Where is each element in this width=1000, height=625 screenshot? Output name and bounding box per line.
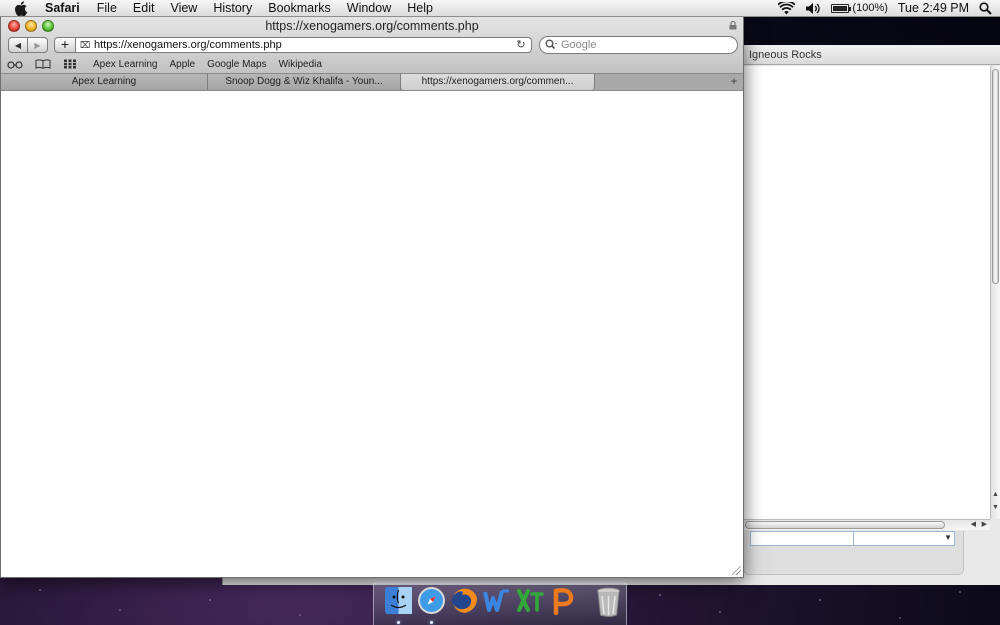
volume-icon[interactable]: [805, 2, 821, 15]
address-input[interactable]: https://xenogamers.org/comments.php: [94, 39, 515, 51]
menu-view[interactable]: View: [162, 0, 205, 17]
scroll-down-arrow-icon[interactable]: ▼: [992, 504, 999, 511]
back-arrow-icon: ◀: [14, 40, 22, 50]
background-window-content: [743, 66, 990, 519]
spotlight-search-icon[interactable]: [979, 1, 992, 15]
address-bar[interactable]: ⌧ https://xenogamers.org/comments.php ↻: [76, 37, 532, 53]
tab-bar: Apex Learning Snoop Dogg & Wiz Khalifa -…: [1, 73, 743, 90]
word-icon: [483, 589, 509, 612]
bookmark-google-maps[interactable]: Google Maps: [207, 59, 266, 70]
dock-safari[interactable]: [417, 586, 446, 624]
battery-status[interactable]: (100%): [831, 2, 888, 14]
tab-snoop-dogg-video[interactable]: Snoop Dogg & Wiz Khalifa - Youn...: [208, 74, 401, 90]
new-tab-button[interactable]: +: [725, 74, 743, 90]
back-button[interactable]: ◀: [8, 37, 28, 53]
safari-window: https://xenogamers.org/comments.php ◀ ▶ …: [0, 17, 744, 578]
bookmarks-bar: Apex Learning Apple Google Maps Wikipedi…: [7, 57, 322, 71]
scroll-left-arrow-icon[interactable]: ◀: [971, 520, 976, 528]
window-title: https://xenogamers.org/comments.php: [265, 19, 479, 33]
horizontal-scrollbar[interactable]: ◀ ▶: [743, 519, 990, 530]
add-bookmark-button[interactable]: +: [54, 37, 76, 53]
apple-menu-icon[interactable]: [14, 0, 28, 16]
bookmarks-book-icon[interactable]: [35, 59, 51, 69]
bookmark-wikipedia[interactable]: Wikipedia: [279, 59, 322, 70]
forward-button[interactable]: ▶: [28, 37, 48, 53]
lock-icon: [729, 21, 737, 30]
search-icon[interactable]: [545, 39, 559, 51]
bookmark-apple[interactable]: Apple: [170, 59, 196, 70]
page-favicon-icon: ⌧: [79, 40, 91, 50]
chevron-down-icon: ▼: [944, 533, 952, 542]
finder-icon: [385, 587, 412, 614]
reading-list-icon[interactable]: [7, 59, 23, 69]
dock-powerpoint[interactable]: [549, 586, 578, 618]
menu-file[interactable]: File: [89, 0, 125, 17]
horizontal-scroll-thumb[interactable]: [745, 521, 945, 529]
reload-icon[interactable]: ↻: [515, 39, 527, 51]
scroll-up-arrow-icon[interactable]: ▲: [992, 491, 999, 498]
safari-compass-icon: [418, 587, 445, 614]
forward-arrow-icon: ▶: [34, 40, 41, 50]
top-sites-grid-icon[interactable]: [63, 59, 79, 69]
background-window-tab[interactable]: Igneous Rocks: [743, 45, 1000, 65]
menu-app-safari[interactable]: Safari: [37, 0, 89, 17]
dock-trash[interactable]: [594, 586, 623, 618]
dock-word[interactable]: [483, 586, 512, 618]
search-input[interactable]: [561, 39, 721, 51]
dock-finder[interactable]: [384, 586, 413, 624]
tab-apex-learning[interactable]: Apex Learning: [1, 74, 208, 90]
powerpoint-icon: [553, 588, 574, 615]
search-field[interactable]: [539, 36, 738, 54]
bookmark-apex-learning[interactable]: Apex Learning: [93, 59, 158, 70]
resize-grip-icon[interactable]: [732, 566, 741, 575]
safari-toolbar: https://xenogamers.org/comments.php ◀ ▶ …: [1, 17, 743, 91]
trash-icon: [597, 587, 620, 617]
battery-percent: (100%): [852, 2, 888, 14]
menu-window[interactable]: Window: [339, 0, 399, 17]
tab-xenogamers-comments[interactable]: https://xenogamers.org/commen...: [401, 74, 595, 90]
menu-bar: Safari File Edit View History Bookmarks …: [0, 0, 1000, 17]
dock-excel[interactable]: [516, 586, 545, 618]
menu-help[interactable]: Help: [399, 0, 441, 17]
menu-history[interactable]: History: [205, 0, 260, 17]
scroll-right-arrow-icon[interactable]: ▶: [982, 520, 987, 528]
menu-edit[interactable]: Edit: [125, 0, 163, 17]
background-window-select[interactable]: ▼: [750, 531, 955, 546]
vertical-scroll-thumb[interactable]: [992, 69, 999, 284]
menu-bookmarks[interactable]: Bookmarks: [260, 0, 339, 17]
dock-firefox[interactable]: [450, 586, 479, 618]
web-page-content[interactable]: [1, 91, 743, 577]
vertical-scrollbar[interactable]: ▲ ▼: [990, 66, 1000, 519]
navigation-buttons: ◀ ▶: [8, 37, 48, 53]
background-window-footer: ▼: [743, 531, 964, 575]
firefox-icon: [452, 588, 477, 613]
battery-icon: [831, 3, 852, 13]
dock: [373, 582, 627, 625]
excel-icon: [517, 589, 544, 612]
menubar-clock[interactable]: Tue 2:49 PM: [898, 1, 969, 15]
wifi-icon[interactable]: [778, 1, 796, 15]
